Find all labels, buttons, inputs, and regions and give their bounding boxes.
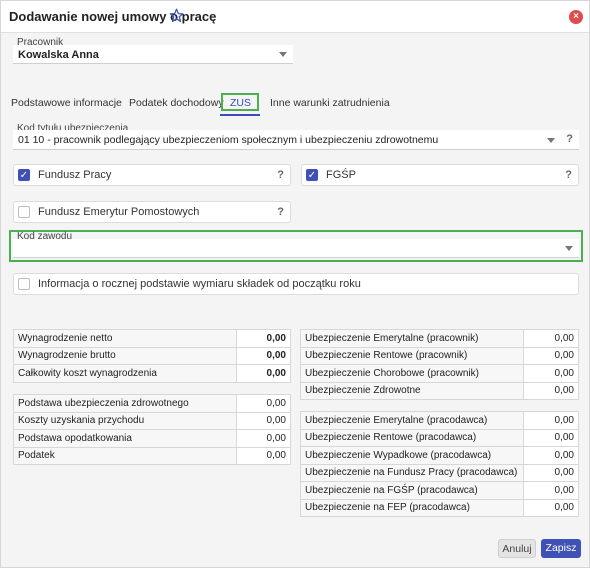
- table-row: Wynagrodzenie brutto 0,00: [13, 346, 291, 365]
- roczna-podstawa-checkbox[interactable]: Informacja o rocznej podstawie wymiaru s…: [13, 273, 579, 295]
- table-row: Podstawa opodatkowania 0,00: [13, 429, 291, 448]
- chevron-down-icon: [547, 138, 555, 143]
- femp-label: Fundusz Emerytur Pomostowych: [38, 206, 200, 218]
- femp-checkbox[interactable]: Fundusz Emerytur Pomostowych ?: [13, 201, 291, 223]
- row-label: Ubezpieczenie Emerytalne (pracodawca): [300, 411, 524, 430]
- row-label: Ubezpieczenie Zdrowotne: [300, 381, 524, 400]
- tab-basic-info[interactable]: Podstawowe informacje: [11, 97, 122, 109]
- table-row: Podatek 0,00: [13, 446, 291, 465]
- table-row: Ubezpieczenie na FGŚP (pracodawca) 0,00: [300, 481, 579, 500]
- row-value: 0,00: [236, 329, 291, 348]
- checkbox-unchecked-icon[interactable]: [18, 278, 30, 290]
- tab-active-indicator: [220, 114, 260, 116]
- table-row: Wynagrodzenie netto 0,00: [13, 329, 291, 348]
- row-value: 0,00: [236, 446, 291, 465]
- help-icon[interactable]: ?: [566, 133, 573, 145]
- title-bar: Dodawanie nowej umowy o pracę ×: [1, 1, 589, 33]
- row-label: Ubezpieczenie na FGŚP (pracodawca): [300, 481, 524, 500]
- row-value: 0,00: [523, 329, 579, 348]
- table-row: Ubezpieczenie Emerytalne (pracownik) 0,0…: [300, 329, 579, 348]
- employee-select[interactable]: Kowalska Anna: [13, 45, 293, 64]
- tax-base-table: Podstawa ubezpieczenia zdrowotnego 0,00 …: [13, 394, 291, 465]
- employer-insurance-table: Ubezpieczenie Emerytalne (pracodawca) 0,…: [300, 411, 579, 517]
- employee-insurance-table: Ubezpieczenie Emerytalne (pracownik) 0,0…: [300, 329, 579, 400]
- row-value: 0,00: [523, 364, 579, 383]
- help-icon[interactable]: ?: [277, 206, 284, 218]
- row-value: 0,00: [523, 381, 579, 400]
- checkbox-checked-icon[interactable]: ✓: [18, 169, 30, 181]
- contract-dialog: Dodawanie nowej umowy o pracę × Pracowni…: [0, 0, 590, 568]
- row-value: 0,00: [523, 498, 579, 517]
- row-label: Wynagrodzenie brutto: [13, 346, 237, 365]
- row-label: Ubezpieczenie Emerytalne (pracownik): [300, 329, 524, 348]
- checkbox-checked-icon[interactable]: ✓: [306, 169, 318, 181]
- kod-zawodu-select[interactable]: [13, 239, 579, 258]
- checkbox-unchecked-icon[interactable]: [18, 206, 30, 218]
- help-icon[interactable]: ?: [565, 169, 572, 181]
- employee-value: Kowalska Anna: [18, 49, 99, 61]
- insurance-code-value: 01 10 - pracownik podlegający ubezpiecze…: [18, 134, 439, 146]
- table-row: Koszty uzyskania przychodu 0,00: [13, 411, 291, 430]
- tab-other-conditions[interactable]: Inne warunki zatrudnienia: [270, 97, 390, 109]
- row-label: Wynagrodzenie netto: [13, 329, 237, 348]
- insurance-code-select[interactable]: 01 10 - pracownik podlegający ubezpiecze…: [13, 130, 579, 150]
- dialog-title: Dodawanie nowej umowy o pracę: [9, 9, 217, 24]
- chevron-down-icon: [279, 52, 287, 57]
- tab-bar: Podstawowe informacje Podatek dochodowy …: [1, 93, 589, 115]
- row-value: 0,00: [236, 429, 291, 448]
- row-label: Podatek: [13, 446, 237, 465]
- salary-summary-table: Wynagrodzenie netto 0,00 Wynagrodzenie b…: [13, 329, 291, 383]
- row-value: 0,00: [523, 428, 579, 447]
- row-label: Ubezpieczenie na FEP (pracodawca): [300, 498, 524, 517]
- save-button[interactable]: Zapisz: [541, 539, 581, 558]
- row-value: 0,00: [236, 364, 291, 383]
- row-value: 0,00: [523, 411, 579, 430]
- table-row: Ubezpieczenie na FEP (pracodawca) 0,00: [300, 498, 579, 517]
- row-value: 0,00: [523, 481, 579, 500]
- table-row: Ubezpieczenie Wypadkowe (pracodawca) 0,0…: [300, 446, 579, 465]
- close-icon[interactable]: ×: [569, 10, 583, 24]
- fgsp-label: FGŚP: [326, 169, 356, 181]
- roczna-podstawa-label: Informacja o rocznej podstawie wymiaru s…: [38, 278, 361, 290]
- favorite-star-icon[interactable]: [169, 8, 184, 23]
- table-row: Całkowity koszt wynagrodzenia 0,00: [13, 364, 291, 383]
- fundusz-pracy-checkbox[interactable]: ✓ Fundusz Pracy ?: [13, 164, 291, 186]
- fundusz-pracy-label: Fundusz Pracy: [38, 169, 112, 181]
- table-row: Ubezpieczenie Emerytalne (pracodawca) 0,…: [300, 411, 579, 430]
- table-row: Ubezpieczenie na Fundusz Pracy (pracodaw…: [300, 463, 579, 482]
- fgsp-checkbox[interactable]: ✓ FGŚP ?: [301, 164, 579, 186]
- row-label: Całkowity koszt wynagrodzenia: [13, 364, 237, 383]
- row-label: Koszty uzyskania przychodu: [13, 411, 237, 430]
- table-row: Ubezpieczenie Rentowe (pracownik) 0,00: [300, 346, 579, 365]
- row-label: Ubezpieczenie Rentowe (pracodawca): [300, 428, 524, 447]
- row-label: Podstawa ubezpieczenia zdrowotnego: [13, 394, 237, 413]
- row-label: Ubezpieczenie Chorobowe (pracownik): [300, 364, 524, 383]
- table-row: Ubezpieczenie Rentowe (pracodawca) 0,00: [300, 428, 579, 447]
- chevron-down-icon: [565, 246, 573, 251]
- table-row: Ubezpieczenie Chorobowe (pracownik) 0,00: [300, 364, 579, 383]
- table-row: Podstawa ubezpieczenia zdrowotnego 0,00: [13, 394, 291, 413]
- row-label: Podstawa opodatkowania: [13, 429, 237, 448]
- row-value: 0,00: [523, 446, 579, 465]
- row-label: Ubezpieczenie Rentowe (pracownik): [300, 346, 524, 365]
- tab-income-tax[interactable]: Podatek dochodowy: [129, 97, 224, 109]
- row-value: 0,00: [523, 346, 579, 365]
- row-value: 0,00: [236, 394, 291, 413]
- row-value: 0,00: [236, 346, 291, 365]
- row-label: Ubezpieczenie Wypadkowe (pracodawca): [300, 446, 524, 465]
- cancel-button[interactable]: Anuluj: [498, 539, 536, 558]
- help-icon[interactable]: ?: [277, 169, 284, 181]
- row-value: 0,00: [236, 411, 291, 430]
- tab-zus-highlight: [221, 93, 259, 111]
- row-value: 0,00: [523, 463, 579, 482]
- table-row: Ubezpieczenie Zdrowotne 0,00: [300, 381, 579, 400]
- row-label: Ubezpieczenie na Fundusz Pracy (pracodaw…: [300, 463, 524, 482]
